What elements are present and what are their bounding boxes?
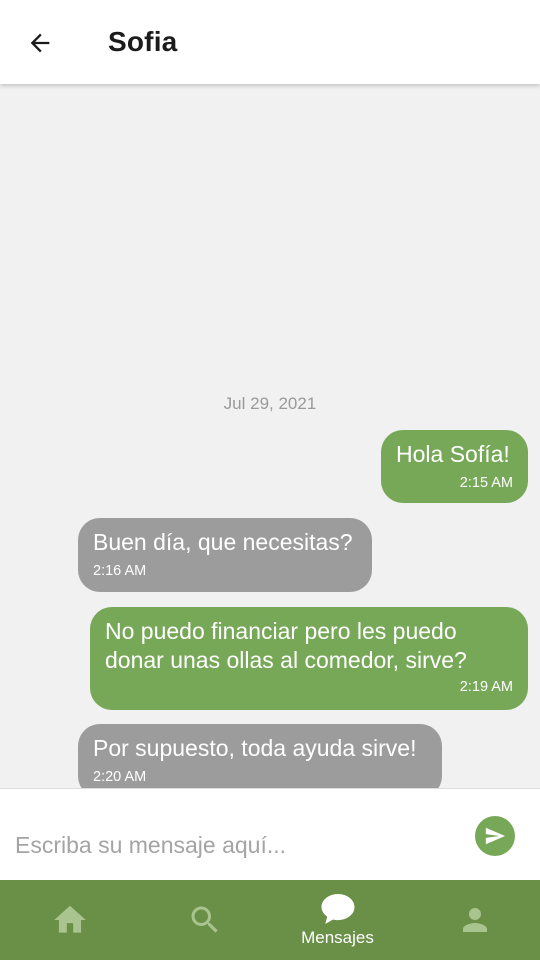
message-list[interactable]: Jul 29, 2021 Hola Sofía! 2:15 AM Buen dí… xyxy=(0,84,540,788)
contact-name-title: Sofia xyxy=(108,26,178,57)
date-separator: Jul 29, 2021 xyxy=(223,394,317,413)
message-time: 2:15 AM xyxy=(459,475,513,491)
nav-item-messages[interactable]: Mensajes xyxy=(270,880,405,960)
message-input[interactable] xyxy=(15,825,455,865)
bottom-navigation: Mensajes xyxy=(0,880,540,960)
message-composer xyxy=(0,788,540,880)
message-bubble-incoming[interactable]: Por supuesto, toda ayuda sirve! 2:20 AM xyxy=(78,724,442,788)
chat-bubble-icon xyxy=(321,894,354,924)
arrow-left-icon xyxy=(30,33,50,53)
home-icon xyxy=(53,905,86,933)
nav-item-label: Mensajes xyxy=(301,928,374,947)
message-text: Por supuesto, toda ayuda sirve! xyxy=(93,735,417,761)
message-text: Hola Sofía! xyxy=(396,441,510,467)
message-bubble-incoming[interactable]: Buen día, que necesitas? 2:16 AM xyxy=(78,518,372,592)
nav-item-search[interactable] xyxy=(137,880,272,960)
message-text: No puedo financiar pero les puedo donar … xyxy=(105,618,467,673)
message-time: 2:19 AM xyxy=(459,679,513,695)
message-bubble-outgoing[interactable]: Hola Sofía! 2:15 AM xyxy=(381,430,528,503)
nav-item-profile[interactable] xyxy=(407,880,540,960)
message-time: 2:20 AM xyxy=(93,769,147,785)
back-button[interactable] xyxy=(16,20,64,66)
send-button[interactable] xyxy=(475,816,515,856)
search-icon xyxy=(191,906,218,933)
nav-item-home[interactable] xyxy=(2,880,137,960)
person-icon xyxy=(462,908,487,932)
message-text: Buen día, que necesitas? xyxy=(93,529,353,555)
app-bar: Sofia xyxy=(0,0,540,84)
send-icon xyxy=(485,827,506,845)
message-bubble-outgoing[interactable]: No puedo financiar pero les puedo donar … xyxy=(90,607,528,710)
message-time: 2:16 AM xyxy=(93,563,147,579)
